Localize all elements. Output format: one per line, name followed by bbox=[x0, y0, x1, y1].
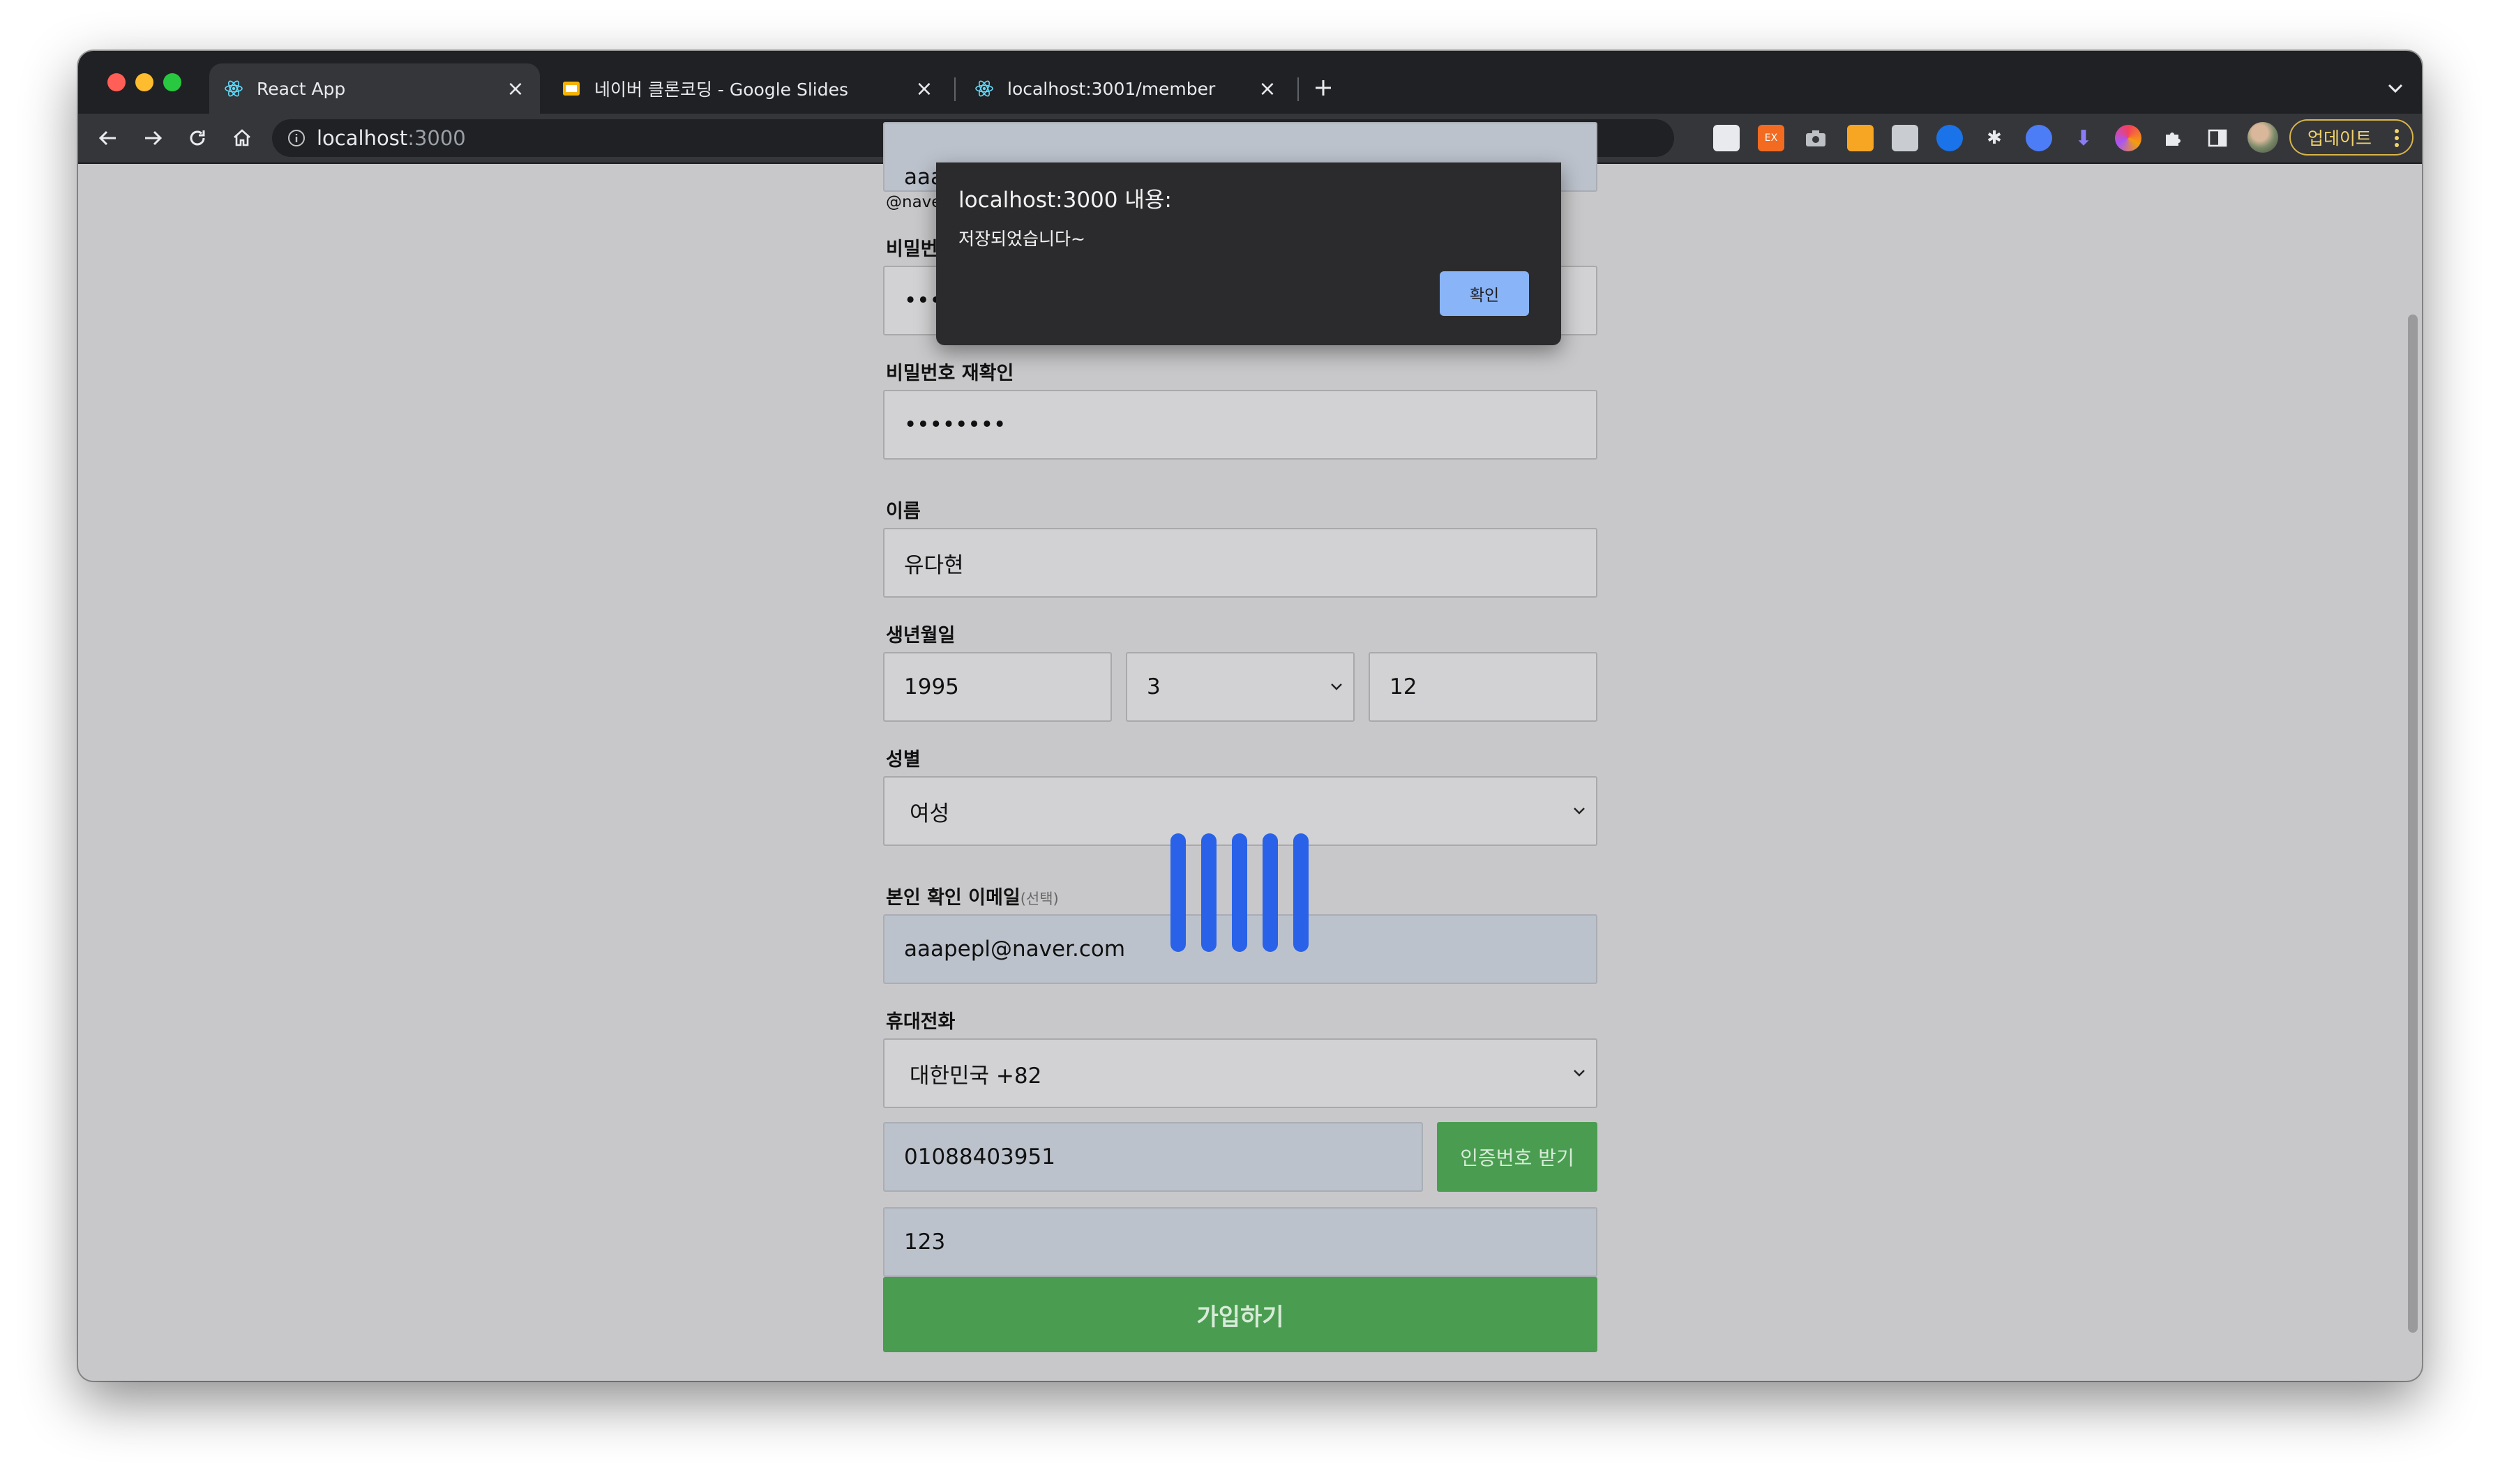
id-hint: @nave bbox=[886, 193, 942, 211]
close-tab-icon[interactable]: × bbox=[1257, 77, 1278, 101]
page-content: aaa @nave 비밀번 •••••• 비밀번호 재확인 •••••••• 이… bbox=[78, 122, 2422, 1381]
chevron-down-icon bbox=[1574, 808, 1585, 815]
maximize-window-button[interactable] bbox=[163, 73, 181, 91]
verification-code-input[interactable]: 123 bbox=[883, 1207, 1597, 1277]
close-window-button[interactable] bbox=[107, 73, 126, 91]
minimize-window-button[interactable] bbox=[135, 73, 153, 91]
loader-bar bbox=[1293, 833, 1309, 952]
tab-react-app[interactable]: React App × bbox=[209, 63, 540, 114]
url-port: :3000 bbox=[407, 126, 466, 150]
extension-card-icon[interactable] bbox=[1847, 125, 1874, 151]
browser-window: React App × 네이버 클론코딩 - Google Slides × l… bbox=[78, 51, 2422, 1381]
tab-localhost-member[interactable]: localhost:3001/member × bbox=[960, 63, 1292, 114]
extension-color-icon[interactable] bbox=[2115, 125, 2141, 151]
extension-doc-icon[interactable] bbox=[1713, 125, 1740, 151]
dialog-ok-button[interactable]: 확인 bbox=[1440, 271, 1529, 316]
dialog-message: 저장되었습니다~ bbox=[958, 229, 1085, 249]
profile-avatar[interactable] bbox=[2247, 122, 2278, 153]
chevron-down-icon bbox=[2388, 84, 2403, 93]
update-label: 업데이트 bbox=[2307, 128, 2372, 149]
react-icon bbox=[974, 78, 995, 99]
extension-mask-icon[interactable] bbox=[2026, 125, 2052, 151]
download-icon[interactable]: ⬇ bbox=[2070, 125, 2097, 151]
phone-number-input[interactable]: 01088403951 bbox=[883, 1122, 1423, 1192]
phone-label: 휴대전화 bbox=[886, 1011, 956, 1033]
tab-title: 네이버 클론코딩 - Google Slides bbox=[594, 80, 849, 100]
birth-month-select[interactable]: 3 bbox=[1126, 652, 1355, 722]
kebab-menu-icon bbox=[2394, 128, 2400, 152]
dialog-title: localhost:3000 내용: bbox=[958, 188, 1172, 213]
loader-bar bbox=[1201, 833, 1217, 952]
close-tab-icon[interactable]: × bbox=[914, 77, 935, 101]
info-icon[interactable] bbox=[287, 129, 306, 147]
country-code-select[interactable]: 대한민국 +82 bbox=[883, 1038, 1597, 1108]
password-label: 비밀번 bbox=[886, 238, 938, 260]
tab-title: React App bbox=[257, 78, 346, 99]
name-label: 이름 bbox=[886, 501, 921, 522]
gender-label: 성별 bbox=[886, 749, 921, 771]
loader-bar bbox=[1170, 833, 1186, 952]
tab-title: localhost:3001/member bbox=[1007, 78, 1216, 99]
tab-google-slides[interactable]: 네이버 클론코딩 - Google Slides × bbox=[547, 63, 949, 114]
alert-dialog: localhost:3000 내용: 저장되었습니다~ 확인 bbox=[936, 162, 1561, 345]
puzzle-icon[interactable] bbox=[2160, 125, 2186, 151]
verify-code-button[interactable]: 인증번호 받기 bbox=[1437, 1122, 1597, 1192]
chevron-down-icon bbox=[1574, 1070, 1585, 1077]
password-confirm-input[interactable]: •••••••• bbox=[883, 390, 1597, 460]
home-button[interactable] bbox=[225, 121, 259, 156]
reload-icon bbox=[190, 130, 205, 146]
tab-separator bbox=[954, 77, 956, 101]
extension-globe-icon[interactable] bbox=[1936, 125, 1963, 151]
google-slides-icon bbox=[561, 78, 582, 99]
birth-label: 생년월일 bbox=[886, 625, 956, 646]
loader-bar bbox=[1232, 833, 1247, 952]
loader-bar bbox=[1263, 833, 1278, 952]
extension-bug-icon[interactable]: ✱ bbox=[1981, 125, 2008, 151]
password-confirm-label: 비밀번호 재확인 bbox=[886, 363, 1014, 384]
url-host: localhost bbox=[317, 126, 408, 150]
reload-button[interactable] bbox=[180, 121, 215, 156]
email-optional-note: (선택) bbox=[1020, 891, 1059, 907]
plus-icon bbox=[1316, 80, 1331, 96]
extension-printer-icon[interactable] bbox=[1892, 125, 1918, 151]
loading-spinner bbox=[1170, 833, 1309, 952]
camera-icon[interactable] bbox=[1802, 125, 1829, 151]
react-icon bbox=[223, 78, 244, 99]
arrow-left-icon bbox=[98, 130, 116, 146]
forward-button[interactable] bbox=[135, 121, 170, 156]
birth-year-input[interactable]: 1995 bbox=[883, 652, 1112, 722]
tab-strip: React App × 네이버 클론코딩 - Google Slides × l… bbox=[78, 51, 2422, 114]
home-icon bbox=[234, 129, 250, 146]
extension-ex-icon[interactable]: EX bbox=[1758, 125, 1784, 151]
side-panel-icon[interactable] bbox=[2204, 125, 2231, 151]
page-scrollbar[interactable] bbox=[2408, 315, 2418, 1333]
chevron-down-icon bbox=[1331, 683, 1342, 690]
email-label: 본인 확인 이메일(선택) bbox=[886, 887, 1059, 909]
tab-search-button[interactable] bbox=[2381, 75, 2409, 103]
close-tab-icon[interactable]: × bbox=[505, 77, 526, 101]
new-tab-button[interactable] bbox=[1306, 70, 1341, 105]
tab-separator bbox=[1297, 77, 1299, 101]
update-button[interactable]: 업데이트 bbox=[2289, 119, 2414, 156]
signup-submit-button[interactable]: 가입하기 bbox=[883, 1277, 1597, 1352]
back-button[interactable] bbox=[91, 121, 126, 156]
name-input[interactable]: 유다현 bbox=[883, 528, 1597, 598]
birth-day-input[interactable]: 12 bbox=[1369, 652, 1597, 722]
arrow-right-icon bbox=[145, 130, 163, 146]
